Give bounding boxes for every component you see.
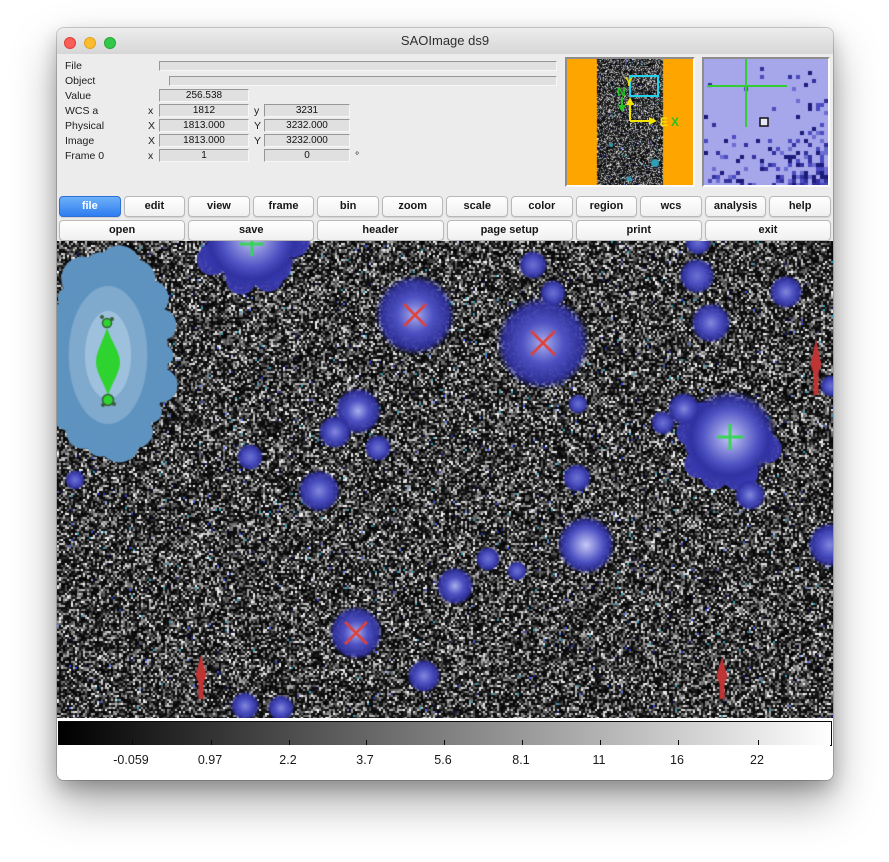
menu-file[interactable]: file (59, 196, 121, 217)
page-setup-button[interactable]: page setup (447, 220, 573, 241)
panner-panel[interactable]: Y N E X (565, 57, 695, 187)
menu-color[interactable]: color (511, 196, 573, 217)
magnifier-panel[interactable] (702, 57, 830, 187)
colorbar-tick-label: 2.2 (279, 753, 296, 767)
colorbar-tick-label: 3.7 (356, 753, 373, 767)
wcs-x-label: x (148, 105, 153, 117)
menu-frame[interactable]: frame (253, 196, 315, 217)
menu-view[interactable]: view (188, 196, 250, 217)
colorbar-tick-label: 5.6 (434, 753, 451, 767)
colorbar[interactable] (58, 721, 832, 746)
menu-region[interactable]: region (576, 196, 638, 217)
print-button[interactable]: print (576, 220, 702, 241)
value-field[interactable]: 256.538 (159, 89, 249, 102)
compass-e-label: E (660, 115, 668, 129)
image-label: Image (65, 135, 94, 147)
colorbar-tick-label: -0.059 (113, 753, 148, 767)
wcs-x-field[interactable]: 1812 (159, 104, 249, 117)
menu-zoom[interactable]: zoom (382, 196, 444, 217)
frame-label: Frame 0 (65, 150, 104, 162)
menu-scale[interactable]: scale (446, 196, 508, 217)
colorbar-tick-label: 8.1 (512, 753, 529, 767)
colorbar-tick-label: 11 (593, 753, 606, 767)
frame-zoom-field[interactable]: 1 (159, 149, 249, 162)
image-y-field[interactable]: 3232.000 (264, 134, 350, 147)
frame-x-label: x (148, 150, 153, 162)
menu-help[interactable]: help (769, 196, 831, 217)
degree-label: ° (355, 150, 359, 162)
image-viewport[interactable] (57, 241, 833, 718)
object-label: Object (65, 75, 95, 87)
colorbar-panel: -0.059 0.97 2.2 3.7 5.6 8.1 11 16 22 (57, 718, 833, 780)
compass-n-label: N (617, 85, 626, 99)
object-field[interactable] (169, 76, 557, 86)
open-button[interactable]: open (59, 220, 185, 241)
save-button[interactable]: save (188, 220, 314, 241)
physical-x-field[interactable]: 1813.000 (159, 119, 249, 132)
wcs-label: WCS a (65, 105, 98, 117)
frame-rotate-field[interactable]: 0 (264, 149, 350, 162)
menu-wcs[interactable]: wcs (640, 196, 702, 217)
magnifier-pixel-box (760, 118, 768, 126)
menu-bin[interactable]: bin (317, 196, 379, 217)
menu-bar: file edit view frame bin zoom scale colo… (57, 192, 833, 217)
physical-label: Physical (65, 120, 104, 132)
magnifier-overlay (704, 59, 828, 185)
file-label: File (65, 60, 82, 72)
value-label: Value (65, 90, 91, 102)
wcs-y-label: y (254, 105, 259, 117)
window-title: SAOImage ds9 (57, 33, 833, 48)
colorbar-tick-label: 22 (750, 753, 764, 767)
file-submenu-bar: open save header page setup print exit (57, 217, 833, 241)
panner-overlay: Y N E X (567, 59, 693, 185)
compass-n-arrowhead (618, 105, 626, 112)
compass-x-arrowhead (649, 117, 657, 125)
exit-button[interactable]: exit (705, 220, 831, 241)
image-x-label: X (148, 135, 155, 147)
compass-y-arrowhead (626, 97, 634, 105)
image-x-field[interactable]: 1813.000 (159, 134, 249, 147)
menu-analysis[interactable]: analysis (705, 196, 767, 217)
compass-x-label: X (671, 115, 679, 129)
titlebar[interactable]: SAOImage ds9 (57, 28, 833, 55)
menu-edit[interactable]: edit (124, 196, 186, 217)
compass-y-label: Y (625, 75, 633, 89)
colorbar-labels: -0.059 0.97 2.2 3.7 5.6 8.1 11 16 22 (58, 745, 830, 775)
ds9-window: SAOImage ds9 File Object Value 256.538 W… (57, 28, 833, 780)
file-field[interactable] (159, 61, 557, 71)
info-panel: File Object Value 256.538 WCS a x 1812 y… (57, 54, 833, 192)
colorbar-tick-label: 0.97 (198, 753, 222, 767)
desktop: SAOImage ds9 File Object Value 256.538 W… (0, 0, 889, 862)
image-y-label: Y (254, 135, 261, 147)
wcs-y-field[interactable]: 3231 (264, 104, 350, 117)
physical-x-label: X (148, 120, 155, 132)
physical-y-field[interactable]: 3232.000 (264, 119, 350, 132)
sky-image (57, 241, 833, 718)
physical-y-label: Y (254, 120, 261, 132)
header-button[interactable]: header (317, 220, 443, 241)
colorbar-tick-label: 16 (670, 753, 684, 767)
panner-viewport-box[interactable] (630, 76, 658, 96)
